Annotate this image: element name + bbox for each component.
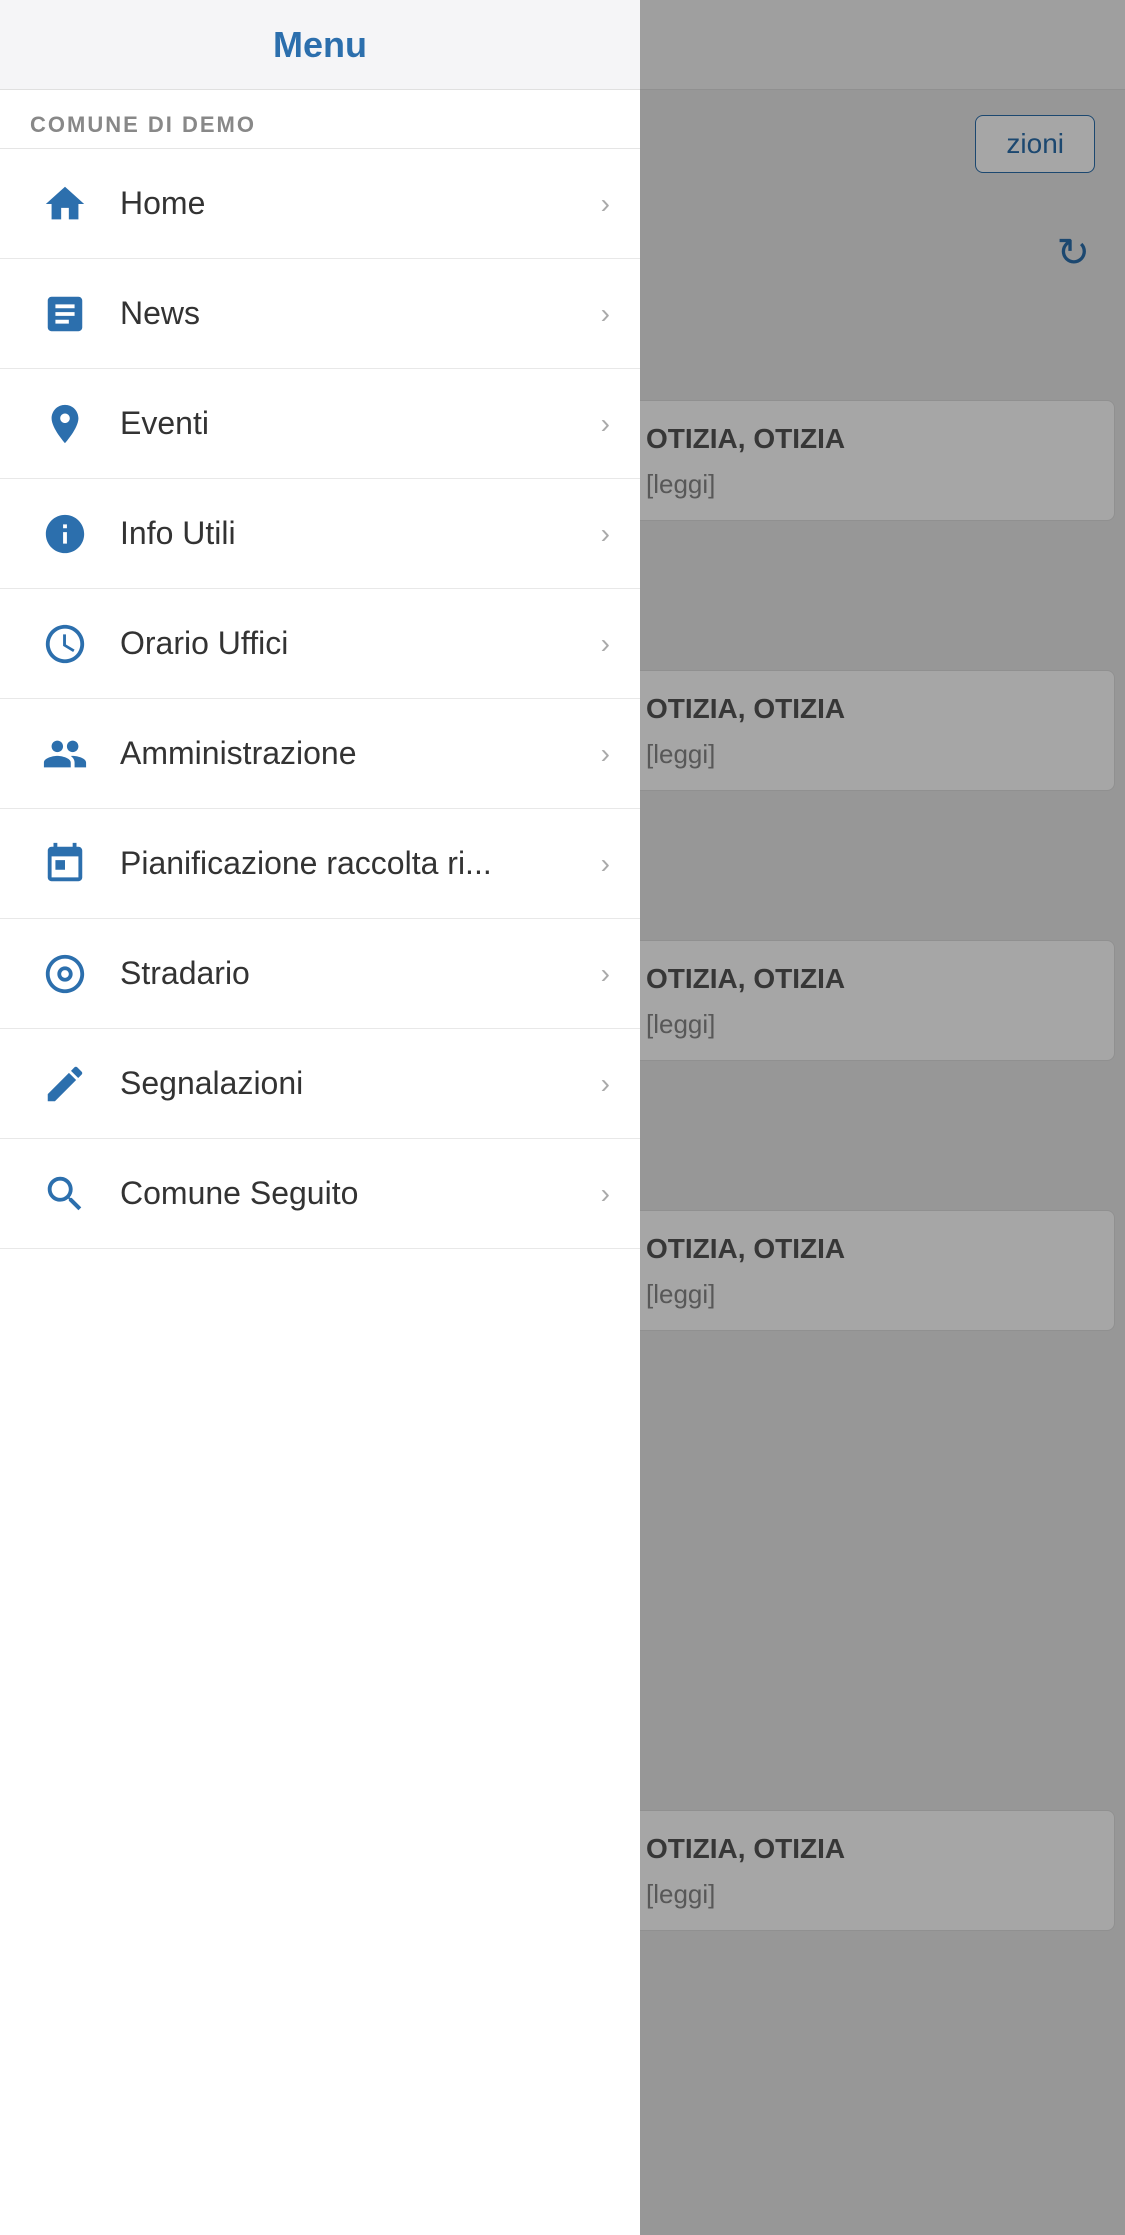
target-icon — [30, 951, 100, 997]
menu-label-info-utili: Info Utili — [120, 515, 601, 552]
chevron-orario-uffici: › — [601, 628, 610, 660]
menu-list: Home › News › Eventi › — [0, 149, 640, 2235]
menu-label-orario-uffici: Orario Uffici — [120, 625, 601, 662]
menu-item-comune-seguito[interactable]: Comune Seguito › — [0, 1139, 640, 1249]
chevron-news: › — [601, 298, 610, 330]
menu-item-info-utili[interactable]: Info Utili › — [0, 479, 640, 589]
menu-item-pianificazione[interactable]: Pianificazione raccolta ri... › — [0, 809, 640, 919]
edit-icon — [30, 1061, 100, 1107]
menu-label-amministrazione: Amministrazione — [120, 735, 601, 772]
chevron-amministrazione: › — [601, 738, 610, 770]
chevron-info-utili: › — [601, 518, 610, 550]
menu-item-news[interactable]: News › — [0, 259, 640, 369]
search-icon — [30, 1171, 100, 1217]
menu-label-stradario: Stradario — [120, 955, 601, 992]
menu-label-news: News — [120, 295, 601, 332]
home-icon — [30, 181, 100, 227]
chevron-comune-seguito: › — [601, 1178, 610, 1210]
menu-label-segnalazioni: Segnalazioni — [120, 1065, 601, 1102]
menu-item-orario-uffici[interactable]: Orario Uffici › — [0, 589, 640, 699]
chevron-stradario: › — [601, 958, 610, 990]
chevron-eventi: › — [601, 408, 610, 440]
drawer-title: Menu — [273, 24, 367, 66]
menu-item-stradario[interactable]: Stradario › — [0, 919, 640, 1029]
clock-icon — [30, 621, 100, 667]
drawer-header: Menu — [0, 0, 640, 90]
menu-item-home[interactable]: Home › — [0, 149, 640, 259]
people-icon — [30, 731, 100, 777]
menu-item-eventi[interactable]: Eventi › — [0, 369, 640, 479]
menu-item-segnalazioni[interactable]: Segnalazioni › — [0, 1029, 640, 1139]
menu-label-pianificazione: Pianificazione raccolta ri... — [120, 845, 601, 882]
drawer-section-label: COMUNE DI DEMO — [0, 90, 640, 149]
drawer-panel: Menu COMUNE DI DEMO Home › News › — [0, 0, 640, 2235]
menu-label-home: Home — [120, 185, 601, 222]
menu-label-eventi: Eventi — [120, 405, 601, 442]
news-icon — [30, 291, 100, 337]
chevron-home: › — [601, 188, 610, 220]
calendar-icon — [30, 841, 100, 887]
menu-item-amministrazione[interactable]: Amministrazione › — [0, 699, 640, 809]
chevron-pianificazione: › — [601, 848, 610, 880]
info-icon — [30, 511, 100, 557]
chevron-segnalazioni: › — [601, 1068, 610, 1100]
eventi-icon — [30, 401, 100, 447]
menu-label-comune-seguito: Comune Seguito — [120, 1175, 601, 1212]
